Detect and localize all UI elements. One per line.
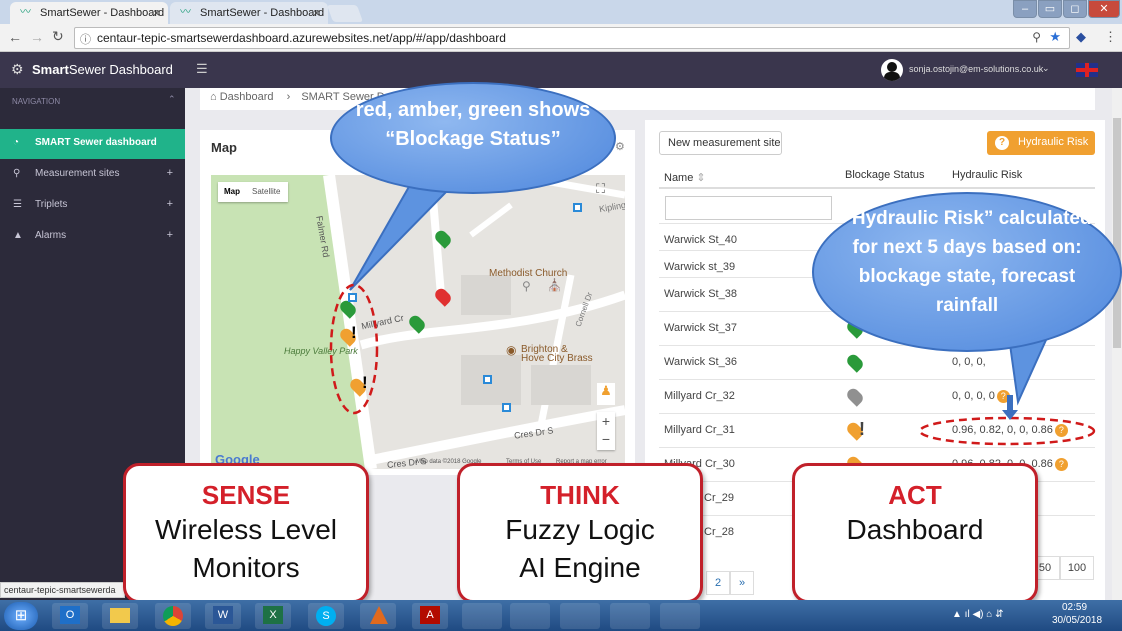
act-line1: Dashboard bbox=[846, 514, 984, 545]
start-button[interactable]: ⊞ bbox=[4, 602, 38, 630]
tray-icons[interactable]: ▲ ıl ◀) ⌂ ⇵ bbox=[952, 609, 1003, 620]
chrome-icon[interactable] bbox=[155, 603, 191, 629]
taskbar-window-4[interactable] bbox=[610, 603, 650, 629]
think-line2: AI Engine bbox=[519, 552, 641, 583]
sense-heading: SENSE bbox=[201, 480, 291, 510]
sense-line1: Wireless Level bbox=[154, 514, 338, 545]
clock-time[interactable]: 02:59 bbox=[1062, 602, 1087, 613]
act-heading: ACT bbox=[888, 480, 942, 510]
skype-icon[interactable]: S bbox=[308, 603, 344, 629]
sense-line2: Monitors bbox=[192, 552, 300, 583]
taskbar-window-5[interactable] bbox=[660, 603, 700, 629]
sense-box: SENSE Wireless Level Monitors bbox=[123, 463, 369, 603]
think-heading: THINK bbox=[540, 480, 620, 510]
file-explorer-icon[interactable] bbox=[102, 603, 138, 629]
bubble-tail-blockage bbox=[349, 183, 453, 291]
taskbar-window-2[interactable] bbox=[510, 603, 550, 629]
outlook-icon[interactable]: O bbox=[52, 603, 88, 629]
act-box: ACT Dashboard bbox=[792, 463, 1038, 603]
risk-highlight-ellipse bbox=[918, 416, 1096, 446]
marker-highlight-ellipse bbox=[329, 283, 379, 415]
taskbar-window-3[interactable] bbox=[560, 603, 600, 629]
think-line1: Fuzzy Logic bbox=[505, 514, 655, 545]
pdf-reader-icon[interactable]: A bbox=[412, 603, 448, 629]
excel-icon[interactable]: X bbox=[255, 603, 291, 629]
callout-blockage-status: red, amber, green shows “Blockage Status… bbox=[330, 82, 616, 194]
windows-taskbar: ⊞ O W X S A ▲ ıl ◀) ⌂ ⇵ 02:59 30/05/2018 bbox=[0, 600, 1122, 631]
taskbar-window-1[interactable] bbox=[462, 603, 502, 629]
matlab-icon[interactable] bbox=[360, 603, 396, 629]
think-box: THINK Fuzzy Logic AI Engine bbox=[457, 463, 703, 603]
clock-date[interactable]: 30/05/2018 bbox=[1052, 615, 1102, 626]
callout-hydraulic-risk: “Hydraulic Risk” calculated for next 5 d… bbox=[812, 192, 1122, 352]
word-icon[interactable]: W bbox=[205, 603, 241, 629]
